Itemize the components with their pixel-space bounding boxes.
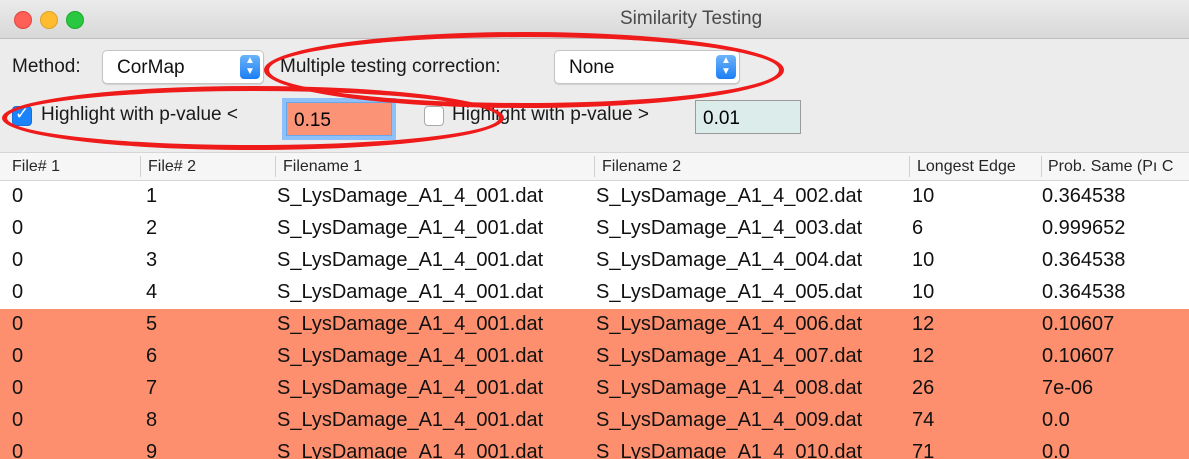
cell-prob-same: 0.0: [1042, 409, 1070, 431]
cell-file2: 3: [146, 249, 158, 271]
cell-file1: 0: [12, 185, 24, 207]
method-label: Method:: [12, 56, 81, 77]
method-select[interactable]: CorMap ▲ ▼: [102, 50, 264, 84]
highlight-below-input[interactable]: 0.15: [286, 102, 392, 136]
cell-filename2: S_LysDamage_A1_4_002.dat: [596, 185, 863, 207]
close-window-button[interactable]: [14, 11, 32, 29]
cell-file1: 0: [12, 249, 24, 271]
cell-file1: 0: [12, 217, 24, 239]
cell-filename2: S_LysDamage_A1_4_006.dat: [596, 313, 863, 335]
table-row[interactable]: 0 9 S_LysDamage_A1_4_001.dat S_LysDamage_A1…: [0, 437, 1189, 459]
table-row[interactable]: 0 1 S_LysDamage_A1_4_001.dat S_LysDamage_A1…: [0, 181, 1189, 213]
cell-filename1: S_LysDamage_A1_4_001.dat: [277, 281, 544, 303]
cell-file2: 9: [146, 441, 158, 459]
cell-longest-edge: 26: [912, 377, 935, 399]
updown-chevron-icon: ▲ ▼: [240, 55, 260, 79]
table-row[interactable]: 0 8 S_LysDamage_A1_4_001.dat S_LysDamage_A1…: [0, 405, 1189, 437]
cell-file2: 1: [146, 185, 158, 207]
cell-longest-edge: 12: [912, 313, 935, 335]
cell-file2: 8: [146, 409, 158, 431]
cell-prob-same: 7e-06: [1042, 377, 1094, 399]
correction-select[interactable]: None ▲ ▼: [554, 50, 740, 84]
cell-file2: 4: [146, 281, 158, 303]
title-bar: Similarity Testing: [0, 0, 1189, 39]
column-header-file2[interactable]: File# 2: [148, 158, 196, 176]
cell-file1: 0: [12, 441, 24, 459]
cell-prob-same: 0.364538: [1042, 249, 1126, 271]
column-header-prob-same[interactable]: Prob. Same (Pı C: [1048, 158, 1173, 176]
table-header: File# 1 File# 2 Filename 1 Filename 2 Lo…: [0, 152, 1189, 181]
table-row[interactable]: 0 5 S_LysDamage_A1_4_001.dat S_LysDamage_A1…: [0, 309, 1189, 341]
correction-select-value: None: [569, 57, 615, 78]
cell-prob-same: 0.10607: [1042, 313, 1115, 335]
table-row[interactable]: 0 7 S_LysDamage_A1_4_001.dat S_LysDamage_A1…: [0, 373, 1189, 405]
cell-file1: 0: [12, 377, 24, 399]
minimize-window-button[interactable]: [40, 11, 58, 29]
cell-prob-same: 0.999652: [1042, 217, 1126, 239]
column-header-longest-edge[interactable]: Longest Edge: [917, 158, 1016, 176]
cell-prob-same: 0.364538: [1042, 185, 1126, 207]
cell-prob-same: 0.364538: [1042, 281, 1126, 303]
table-row[interactable]: 0 4 S_LysDamage_A1_4_001.dat S_LysDamage_A1…: [0, 277, 1189, 309]
highlight-below-label: Highlight with p-value <: [41, 104, 238, 125]
cell-filename1: S_LysDamage_A1_4_001.dat: [277, 217, 544, 239]
similarity-testing-window: Similarity Testing Method: CorMap ▲ ▼ Mul…: [0, 0, 1189, 459]
cell-filename1: S_LysDamage_A1_4_001.dat: [277, 409, 544, 431]
cell-file2: 6: [146, 345, 158, 367]
cell-filename1: S_LysDamage_A1_4_001.dat: [277, 313, 544, 335]
cell-filename1: S_LysDamage_A1_4_001.dat: [277, 345, 544, 367]
highlight-above-checkbox[interactable]: [424, 106, 444, 126]
cell-prob-same: 0.0: [1042, 441, 1070, 459]
highlight-above-input[interactable]: 0.01: [695, 100, 801, 134]
cell-file1: 0: [12, 313, 24, 335]
column-header-filename2[interactable]: Filename 2: [602, 158, 681, 176]
cell-filename1: S_LysDamage_A1_4_001.dat: [277, 441, 544, 459]
column-header-filename1[interactable]: Filename 1: [283, 158, 362, 176]
cell-longest-edge: 12: [912, 345, 935, 367]
cell-filename2: S_LysDamage_A1_4_004.dat: [596, 249, 863, 271]
cell-filename2: S_LysDamage_A1_4_005.dat: [596, 281, 863, 303]
cell-filename1: S_LysDamage_A1_4_001.dat: [277, 377, 544, 399]
cell-file2: 2: [146, 217, 158, 239]
cell-filename2: S_LysDamage_A1_4_010.dat: [596, 441, 863, 459]
updown-chevron-icon: ▲ ▼: [716, 55, 736, 79]
cell-longest-edge: 74: [912, 409, 935, 431]
cell-longest-edge: 6: [912, 217, 924, 239]
table-row[interactable]: 0 2 S_LysDamage_A1_4_001.dat S_LysDamage_A1…: [0, 213, 1189, 245]
cell-filename2: S_LysDamage_A1_4_007.dat: [596, 345, 863, 367]
cell-file2: 5: [146, 313, 158, 335]
cell-file2: 7: [146, 377, 158, 399]
cell-prob-same: 0.10607: [1042, 345, 1115, 367]
cell-filename2: S_LysDamage_A1_4_003.dat: [596, 217, 863, 239]
column-header-file1[interactable]: File# 1: [12, 158, 60, 176]
cell-file1: 0: [12, 409, 24, 431]
highlight-above-label: Highlight with p-value >: [452, 104, 649, 125]
cell-filename1: S_LysDamage_A1_4_001.dat: [277, 249, 544, 271]
cell-filename2: S_LysDamage_A1_4_008.dat: [596, 377, 863, 399]
cell-filename2: S_LysDamage_A1_4_009.dat: [596, 409, 863, 431]
results-table[interactable]: File# 1 File# 2 Filename 1 Filename 2 Lo…: [0, 152, 1189, 459]
table-row[interactable]: 0 6 S_LysDamage_A1_4_001.dat S_LysDamage_A1…: [0, 341, 1189, 373]
zoom-window-button[interactable]: [66, 11, 84, 29]
cell-file1: 0: [12, 345, 24, 367]
cell-longest-edge: 71: [912, 441, 935, 459]
method-select-value: CorMap: [117, 57, 185, 78]
cell-file1: 0: [12, 281, 24, 303]
correction-label: Multiple testing correction:: [280, 56, 501, 77]
window-title: Similarity Testing: [620, 8, 763, 29]
table-row[interactable]: 0 3 S_LysDamage_A1_4_001.dat S_LysDamage_A1…: [0, 245, 1189, 277]
cell-longest-edge: 10: [912, 281, 935, 303]
cell-filename1: S_LysDamage_A1_4_001.dat: [277, 185, 544, 207]
cell-longest-edge: 10: [912, 249, 935, 271]
highlight-below-checkbox[interactable]: [12, 104, 32, 126]
cell-longest-edge: 10: [912, 185, 935, 207]
